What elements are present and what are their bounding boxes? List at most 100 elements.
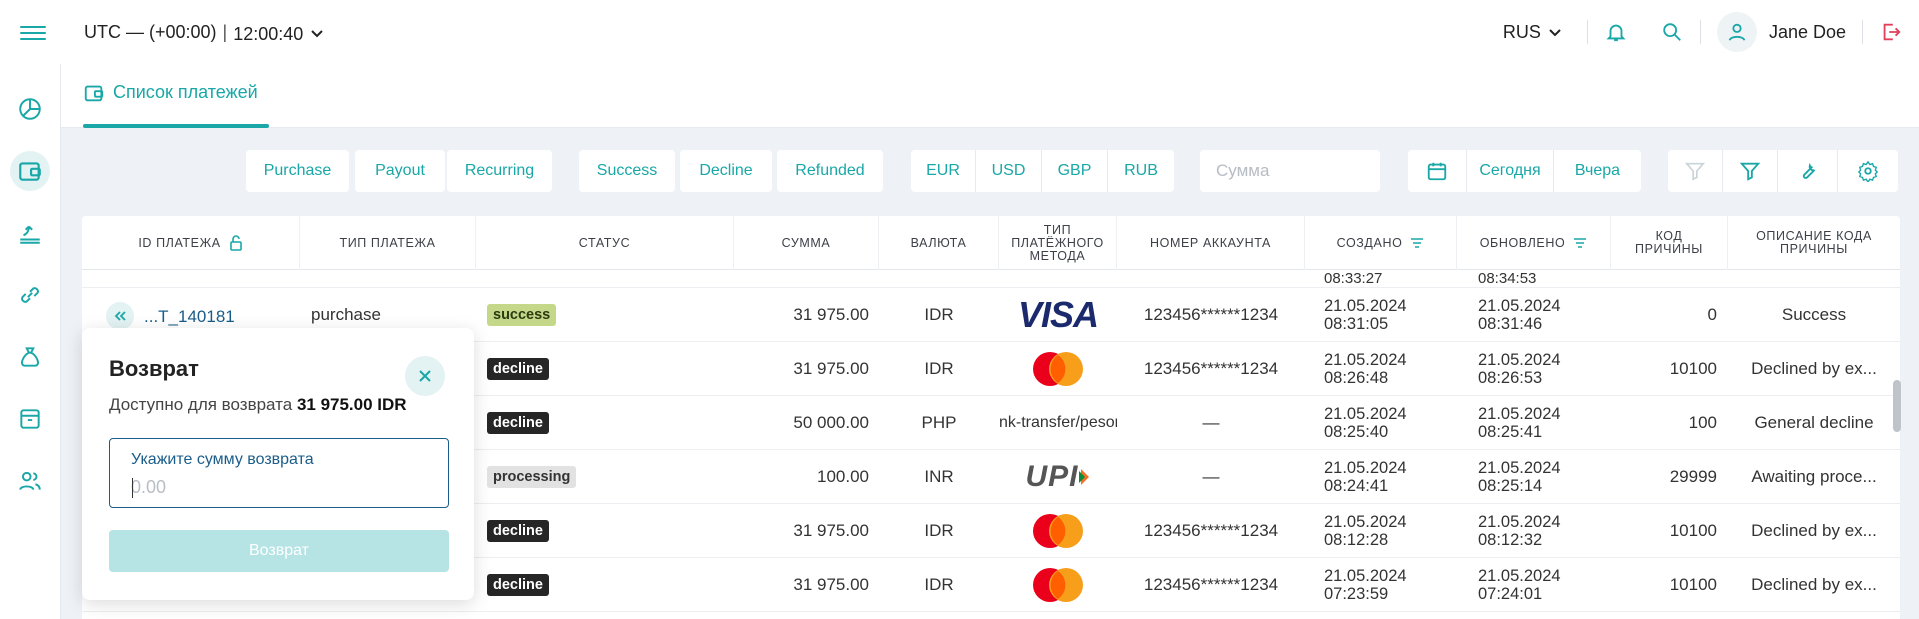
refund-button[interactable] (106, 302, 134, 330)
account-number: 123456******1234 (1143, 359, 1279, 378)
currency: INR (924, 467, 954, 486)
sidebar-item-payments[interactable] (10, 151, 50, 191)
updated-time: 08:31:46 (1478, 315, 1543, 333)
search-button[interactable] (1644, 12, 1700, 52)
updated-date: 21.05.2024 (1478, 567, 1561, 585)
created-datetime: 21.05.2024 07:23:59 (1324, 558, 1407, 612)
filter-type-recurring[interactable]: Recurring (447, 150, 552, 192)
chevron-down-icon (311, 29, 324, 37)
table-scrollbar[interactable] (1893, 380, 1901, 432)
sidebar (0, 64, 61, 619)
amount: 31 975.00 (793, 575, 869, 594)
updated-date: 21.05.2024 (1478, 405, 1561, 423)
sidebar-item-users[interactable] (10, 461, 50, 501)
amount-input[interactable] (1200, 150, 1380, 192)
timezone-selector[interactable]: UTC — (+00:00) | 12:00:40 (84, 20, 325, 45)
amount: 50 000.00 (793, 413, 869, 432)
tools-group (1668, 150, 1898, 192)
reset-filter-button[interactable] (1668, 150, 1723, 192)
available-label: Доступно для возврата (109, 395, 293, 414)
column-header-amount: Сумма (734, 216, 879, 270)
text-caret (132, 478, 133, 498)
status-cell: processing (487, 450, 577, 504)
column-header-id[interactable]: ID платежа (82, 216, 300, 270)
tab-payments-list[interactable]: Список платежей (83, 82, 269, 128)
created-time: 08:12:28 (1324, 531, 1389, 549)
logout-button[interactable] (1863, 12, 1919, 52)
sidebar-item-transfers[interactable] (10, 213, 50, 253)
filter-status-decline[interactable]: Decline (680, 150, 772, 192)
created-date: 21.05.2024 (1324, 459, 1407, 477)
mastercard-logo (999, 504, 1117, 558)
created-date: 21.05.2024 (1324, 405, 1407, 423)
column-header-currency: Валюта (879, 216, 999, 270)
column-header-updated[interactable]: Обновлено (1457, 216, 1611, 270)
reason-code: 10100 (1669, 575, 1717, 594)
amount: 31 975.00 (793, 305, 869, 324)
tab-label: Список платежей (113, 82, 258, 102)
filter-period-yesterday[interactable]: Вчера (1554, 150, 1641, 192)
column-header-label: Создано (1336, 235, 1403, 250)
sidebar-item-links[interactable] (10, 275, 50, 315)
calendar-button[interactable] (1408, 150, 1467, 192)
settings-button[interactable] (1838, 150, 1898, 192)
wrench-icon (1802, 162, 1815, 179)
hamburger-menu-icon[interactable] (20, 22, 46, 42)
column-header-account: Номер аккаунта (1117, 216, 1305, 270)
currency: PHP (921, 413, 957, 432)
account-number: 123456******1234 (1143, 575, 1279, 594)
payment-method-label: VISA (1017, 294, 1099, 335)
currency: IDR (924, 521, 954, 540)
amount: 31 975.00 (793, 359, 869, 378)
created-date: 21.05.2024 (1324, 567, 1407, 585)
user-menu[interactable]: Jane Doe (1701, 12, 1862, 52)
filter-status-success[interactable]: Success (579, 150, 675, 192)
updated-date: 21.05.2024 (1478, 513, 1561, 531)
timezone-label: UTC — (+00:00) (84, 22, 217, 42)
column-header-created[interactable]: Создано (1305, 216, 1457, 270)
sidebar-item-archive[interactable] (10, 399, 50, 439)
tools-button[interactable] (1778, 150, 1838, 192)
notifications-button[interactable] (1588, 12, 1644, 52)
reason-code: 100 (1688, 413, 1717, 432)
account-number: 123456******1234 (1143, 305, 1279, 324)
status-cell: decline (487, 558, 549, 612)
payout-icon (20, 225, 40, 244)
refund-amount-input[interactable] (131, 475, 431, 499)
filter-currency-eur[interactable]: EUR (911, 150, 976, 192)
status-badge: success (487, 304, 557, 326)
language-selector[interactable]: RUS (1503, 22, 1563, 43)
status-cell: decline (487, 504, 549, 558)
filter-button[interactable] (1723, 150, 1778, 192)
created-datetime: 21.05.2024 08:24:41 (1324, 450, 1407, 504)
sidebar-item-finance[interactable] (10, 337, 50, 377)
status-badge: decline (487, 358, 549, 380)
created-time: 08:25:40 (1324, 423, 1389, 441)
account-number: — (1202, 467, 1220, 486)
bell-icon (1606, 24, 1626, 42)
filter-status-refunded[interactable]: Refunded (777, 150, 883, 192)
filter-period-today[interactable]: Сегодня (1467, 150, 1554, 192)
filter-currency-rub[interactable]: RUB (1108, 150, 1174, 192)
currency: IDR (924, 305, 954, 324)
reason-code: 10100 (1669, 521, 1717, 540)
refund-amount-field[interactable]: Укажите сумму возврата (109, 438, 449, 508)
link-icon (21, 287, 39, 303)
created-datetime: 21.05.2024 08:31:05 (1324, 288, 1407, 342)
column-header-method: Тип платёжного метода (999, 216, 1117, 270)
filter-type-purchase[interactable]: Purchase (246, 150, 349, 192)
updated-time: 08:12:32 (1478, 531, 1543, 549)
filter-type-payout[interactable]: Payout (355, 150, 445, 192)
close-button[interactable] (405, 356, 445, 396)
updated-datetime: 21.05.2024 08:31:46 (1478, 288, 1561, 342)
status-badge: decline (487, 574, 549, 596)
gear-icon (1857, 160, 1879, 182)
current-time: 12:00:40 (233, 24, 304, 44)
filter-currency-gbp[interactable]: GBP (1042, 150, 1108, 192)
filter-currency-usd[interactable]: USD (976, 150, 1042, 192)
sidebar-item-dashboard[interactable] (10, 89, 50, 129)
refund-submit-button[interactable]: Возврат (109, 530, 449, 572)
updated-date: 21.05.2024 (1478, 459, 1561, 477)
updated-datetime: 21.05.2024 08:25:41 (1478, 396, 1561, 450)
table-header: ID платежа Тип платежа Статус Сумма Валю… (82, 216, 1900, 270)
